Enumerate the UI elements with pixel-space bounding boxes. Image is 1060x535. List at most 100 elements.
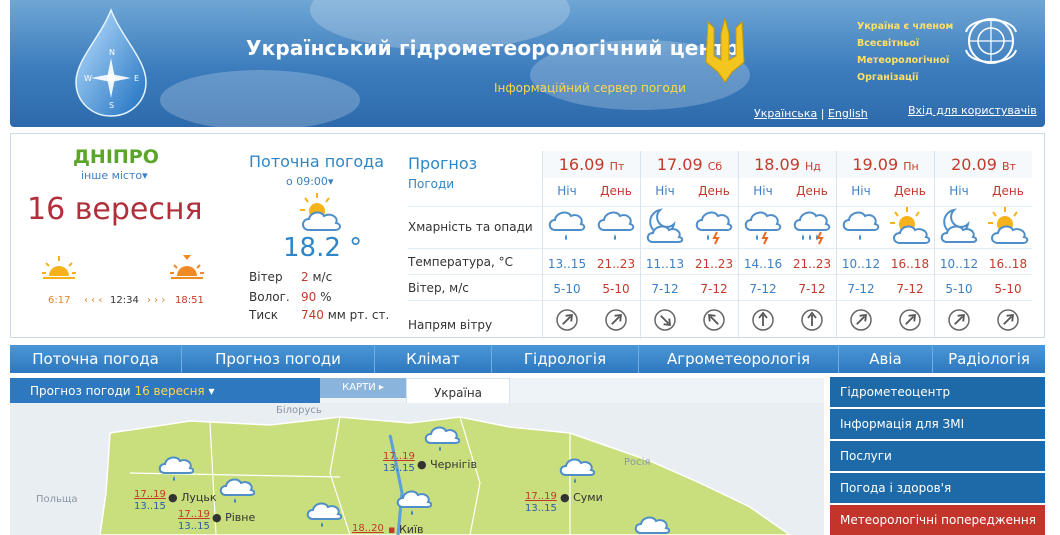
- night-label: Ніч: [851, 184, 871, 198]
- other-city-dropdown[interactable]: інше місто▾: [81, 169, 148, 182]
- forecast-title: Прогноз: [408, 154, 478, 173]
- moon-cloud-icon: [935, 206, 983, 246]
- wind-direction-arrow-icon: [788, 308, 836, 332]
- map-city-kyiv[interactable]: ▪ Київ: [388, 523, 423, 535]
- wmo-logo-icon[interactable]: [960, 10, 1022, 72]
- day-temperature: 21..23: [792, 257, 832, 271]
- nav-aviation[interactable]: Авіа: [839, 345, 933, 373]
- cloud-rain-icon: [424, 426, 460, 451]
- nav-agrometeorology[interactable]: Агрометеорологія: [639, 345, 839, 373]
- day-label: День: [796, 184, 828, 198]
- map-temp-kyiv: 18..20: [352, 523, 384, 534]
- forecast-day-column: 18.09 Нд Ніч 14..16 7-12 День 21..23 7-12: [738, 151, 836, 339]
- day-label: День: [992, 184, 1024, 198]
- label-poland: Польща: [36, 494, 78, 505]
- play-arrow-icon: ▸: [378, 382, 384, 393]
- forecast-day-header[interactable]: 16.09 Пт: [543, 151, 640, 178]
- night-temperature: 10..12: [841, 257, 881, 271]
- night-wind-speed: 7-12: [749, 282, 777, 296]
- night-wind-speed: 7-12: [847, 282, 875, 296]
- svg-text:N: N: [109, 48, 115, 57]
- wind-direction-arrow-icon: [641, 308, 689, 332]
- day-label: День: [894, 184, 926, 198]
- cloud-rain-icon: [219, 478, 255, 503]
- wind-direction-arrow-icon: [886, 308, 934, 332]
- trident-emblem-icon: [705, 17, 745, 83]
- nav-forecast[interactable]: Прогноз погоди: [182, 345, 375, 373]
- sunrise-icon: [42, 256, 76, 279]
- forecast-day-column: 20.09 Вт Ніч 10..12 5-10 День 16..18 5-10: [934, 151, 1032, 339]
- nav-current-weather[interactable]: Поточна погода: [10, 345, 182, 373]
- wind-direction-row-label: Напрям вітру: [408, 318, 493, 332]
- svg-text:S: S: [109, 101, 114, 110]
- map-city-sumy[interactable]: ● Суми: [560, 491, 603, 504]
- sidebar-item-weather-health[interactable]: Погода і здоров'я: [830, 473, 1045, 503]
- day-wind-speed: 7-12: [700, 282, 728, 296]
- current-humidity: Волог. 90 %: [249, 290, 332, 304]
- moon-cloud-icon: [641, 206, 689, 246]
- forecast-day-header[interactable]: 20.09 Вт: [935, 151, 1032, 178]
- forecast-subtitle: Погоди: [408, 177, 455, 191]
- clouds-row-label: Хмарність та опади: [408, 220, 533, 234]
- forecast-day-header[interactable]: 18.09 Нд: [739, 151, 836, 178]
- cloud-heavy-rain-icon: [788, 206, 836, 246]
- sidebar-menu: Гідрометеоцентр Інформація для ЗМІ Послу…: [830, 377, 1045, 535]
- day-wind-speed: 5-10: [994, 282, 1022, 296]
- login-link[interactable]: Вхід для користувачів: [908, 104, 1037, 117]
- sidebar-item-hydromet-center[interactable]: Гідрометеоцентр: [830, 377, 1045, 407]
- current-wind: Вітер 2 м/с: [249, 270, 333, 284]
- map-temp-chernihiv: 17..19 13..15: [383, 451, 415, 474]
- forecast-day-column: 17.09 Сб Ніч 11..13 7-12 День 21..23 7-12: [640, 151, 738, 339]
- night-temperature: 13..15: [547, 257, 587, 271]
- lang-english-link[interactable]: English: [828, 107, 868, 120]
- map-city-rivne[interactable]: ● Рівне: [212, 511, 255, 524]
- cloud-rain-icon: [543, 206, 591, 246]
- map-tabs: Прогноз погоди 16 вересня ▾ КАРТИ ▸ Укра…: [10, 378, 824, 403]
- sidebar-item-media-info[interactable]: Інформація для ЗМІ: [830, 409, 1045, 439]
- nav-hydrology[interactable]: Гідрологія: [492, 345, 639, 373]
- svg-text:W: W: [84, 74, 92, 83]
- forecast-day-header[interactable]: 19.09 Пн: [837, 151, 934, 178]
- map-city-lutsk[interactable]: ● Луцьк: [168, 491, 217, 504]
- cloud-rain-icon: [306, 502, 342, 527]
- day-label: День: [698, 184, 730, 198]
- ukraine-tab[interactable]: Україна: [406, 378, 510, 403]
- day-temperature: 21..23: [694, 257, 734, 271]
- current-weather-title: Поточна погода: [249, 152, 385, 171]
- nav-radiology[interactable]: Радіологія: [933, 345, 1045, 373]
- wind-direction-arrow-icon: [543, 308, 591, 332]
- day-wind-speed: 7-12: [798, 282, 826, 296]
- current-temperature: 18.2 °: [283, 233, 363, 263]
- svg-text:E: E: [134, 74, 139, 83]
- forecast-grid: 16.09 Пт Ніч 13..15 5-10 День 21..23 5-10 17.09…: [542, 151, 1032, 339]
- current-pressure: Тиск 740 мм рт. ст.: [249, 308, 390, 322]
- sidebar-item-services[interactable]: Послуги: [830, 441, 1045, 471]
- solar-noon-time: 12:34: [110, 295, 139, 306]
- wind-direction-arrow-icon: [837, 308, 885, 332]
- day-temperature: 16..18: [890, 257, 930, 271]
- lang-ukrainian-link[interactable]: Українська: [754, 107, 817, 120]
- day-temperature: 21..23: [596, 257, 636, 271]
- nav-climate[interactable]: Клімат: [375, 345, 492, 373]
- map-city-chernihiv[interactable]: ● Чернігів: [417, 458, 477, 471]
- weather-map[interactable]: Білорусь Польща Росія 17..19 13..15 ● Луц…: [10, 403, 824, 535]
- forecast-day-header[interactable]: 17.09 Сб: [641, 151, 738, 178]
- night-wind-speed: 7-12: [651, 282, 679, 296]
- wind-direction-arrow-icon: [984, 308, 1032, 332]
- maps-tab[interactable]: КАРТИ ▸: [320, 378, 406, 398]
- chevron-down-icon: ▾: [208, 384, 215, 398]
- cloud-rain-icon: [396, 490, 432, 515]
- sidebar-item-weather-warnings[interactable]: Метеорологічні попередження: [830, 505, 1045, 535]
- sunset-time: 18:51: [175, 295, 204, 306]
- day-label: День: [600, 184, 632, 198]
- map-temp-rivne: 17..19 13..15: [178, 509, 210, 532]
- night-label: Ніч: [949, 184, 969, 198]
- map-temp-sumy: 17..19 13..15: [525, 491, 557, 514]
- water-drop-logo[interactable]: N S W E: [72, 8, 150, 118]
- map-date-selector[interactable]: Прогноз погоди 16 вересня ▾: [10, 378, 320, 403]
- cloud-rain-icon: [592, 206, 640, 246]
- sun-times: 6:17 ‹ ‹ ‹ 12:34 › › › 18:51: [21, 254, 221, 314]
- sun-cloud-icon: [984, 206, 1032, 246]
- observation-time-dropdown[interactable]: о 09:00▾: [286, 175, 333, 188]
- cloud-icon: [634, 516, 670, 534]
